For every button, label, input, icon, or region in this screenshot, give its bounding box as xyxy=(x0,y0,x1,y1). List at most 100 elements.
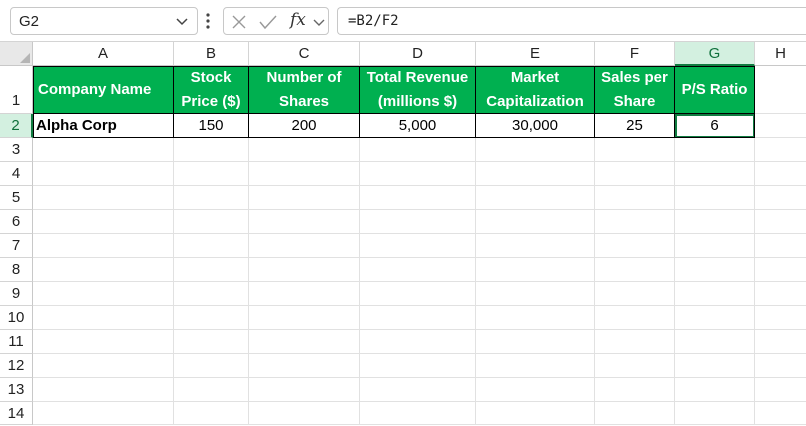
grid-cell[interactable] xyxy=(595,186,675,210)
grid-cell[interactable] xyxy=(476,186,595,210)
grid-cell[interactable] xyxy=(476,330,595,354)
column-header-f[interactable]: F xyxy=(595,42,675,66)
grid-cell[interactable] xyxy=(675,330,755,354)
grid-cell[interactable] xyxy=(595,402,675,425)
cell-h2[interactable] xyxy=(755,114,806,138)
grid-cell[interactable] xyxy=(174,354,249,378)
grid-cell[interactable] xyxy=(755,138,806,162)
chevron-down-icon[interactable] xyxy=(173,12,191,30)
grid-cell[interactable] xyxy=(249,162,360,186)
grid-cell[interactable] xyxy=(675,282,755,306)
row-header-12[interactable]: 12 xyxy=(0,354,33,378)
grid-cell[interactable] xyxy=(675,306,755,330)
row-header-13[interactable]: 13 xyxy=(0,378,33,402)
cell-h1[interactable] xyxy=(755,66,806,114)
column-header-c[interactable]: C xyxy=(249,42,360,66)
grid-cell[interactable] xyxy=(360,162,476,186)
grid-cell[interactable] xyxy=(174,282,249,306)
column-header-d[interactable]: D xyxy=(360,42,476,66)
row-header-1[interactable]: 1 xyxy=(0,66,33,114)
grid-cell[interactable] xyxy=(360,282,476,306)
grid-cell[interactable] xyxy=(33,402,174,425)
row-header-11[interactable]: 11 xyxy=(0,330,33,354)
formula-input[interactable]: =B2/F2 xyxy=(337,7,806,35)
grid-cell[interactable] xyxy=(360,378,476,402)
grid-cell[interactable] xyxy=(675,354,755,378)
grid-cell[interactable] xyxy=(33,162,174,186)
grid-cell[interactable] xyxy=(476,162,595,186)
grid-cell[interactable] xyxy=(360,258,476,282)
column-header-e[interactable]: E xyxy=(476,42,595,66)
row-header-14[interactable]: 14 xyxy=(0,402,33,425)
grid-cell[interactable] xyxy=(755,210,806,234)
grid-cell[interactable] xyxy=(174,210,249,234)
more-options-icon[interactable] xyxy=(205,12,211,30)
cell-sales-per-share[interactable]: 25 xyxy=(595,114,675,138)
row-header-10[interactable]: 10 xyxy=(0,306,33,330)
grid-cell[interactable] xyxy=(755,234,806,258)
row-header-7[interactable]: 7 xyxy=(0,234,33,258)
header-company-name[interactable]: Company Name xyxy=(33,66,174,114)
row-header-9[interactable]: 9 xyxy=(0,282,33,306)
grid-cell[interactable] xyxy=(755,162,806,186)
grid-cell[interactable] xyxy=(476,234,595,258)
cell-ps-ratio-active[interactable]: 6 xyxy=(675,114,755,138)
grid-cell[interactable] xyxy=(360,234,476,258)
header-sales-per-share[interactable]: Sales per Share xyxy=(595,66,675,114)
grid-cell[interactable] xyxy=(174,306,249,330)
grid-cell[interactable] xyxy=(755,258,806,282)
grid-cell[interactable] xyxy=(675,258,755,282)
grid-cell[interactable] xyxy=(595,162,675,186)
grid-cell[interactable] xyxy=(33,210,174,234)
grid-cell[interactable] xyxy=(476,306,595,330)
grid-cell[interactable] xyxy=(476,210,595,234)
cell-stock-price[interactable]: 150 xyxy=(174,114,249,138)
header-stock-price[interactable]: Stock Price ($) xyxy=(174,66,249,114)
row-header-6[interactable]: 6 xyxy=(0,210,33,234)
grid-cell[interactable] xyxy=(360,330,476,354)
grid-cell[interactable] xyxy=(755,282,806,306)
header-number-of-shares[interactable]: Number of Shares xyxy=(249,66,360,114)
grid-cell[interactable] xyxy=(360,186,476,210)
column-header-a[interactable]: A xyxy=(33,42,174,66)
grid-cell[interactable] xyxy=(675,162,755,186)
enter-check-icon[interactable] xyxy=(258,13,278,31)
cell-revenue[interactable]: 5,000 xyxy=(360,114,476,138)
grid-cell[interactable] xyxy=(755,306,806,330)
column-header-b[interactable]: B xyxy=(174,42,249,66)
grid-cell[interactable] xyxy=(174,162,249,186)
grid-cell[interactable] xyxy=(33,186,174,210)
select-all-button[interactable] xyxy=(0,42,33,66)
grid-cell[interactable] xyxy=(476,258,595,282)
grid-cell[interactable] xyxy=(360,210,476,234)
grid-cell[interactable] xyxy=(595,378,675,402)
grid-cell[interactable] xyxy=(675,378,755,402)
grid-cell[interactable] xyxy=(476,354,595,378)
grid-cell[interactable] xyxy=(595,234,675,258)
row-header-3[interactable]: 3 xyxy=(0,138,33,162)
grid-cell[interactable] xyxy=(595,138,675,162)
grid-cell[interactable] xyxy=(675,234,755,258)
grid-cell[interactable] xyxy=(33,330,174,354)
column-header-g[interactable]: G xyxy=(675,42,755,66)
grid-cell[interactable] xyxy=(476,402,595,425)
grid-cell[interactable] xyxy=(249,378,360,402)
grid-cell[interactable] xyxy=(755,330,806,354)
grid-cell[interactable] xyxy=(755,378,806,402)
insert-function-button[interactable]: fx xyxy=(290,10,306,30)
grid-cell[interactable] xyxy=(33,234,174,258)
grid-cell[interactable] xyxy=(476,282,595,306)
grid-cell[interactable] xyxy=(360,138,476,162)
grid-cell[interactable] xyxy=(360,402,476,425)
grid-cell[interactable] xyxy=(675,402,755,425)
grid-cell[interactable] xyxy=(33,378,174,402)
grid-cell[interactable] xyxy=(33,354,174,378)
grid-cell[interactable] xyxy=(249,306,360,330)
header-market-capitalization[interactable]: Market Capitalization xyxy=(476,66,595,114)
grid-cell[interactable] xyxy=(174,138,249,162)
grid-cell[interactable] xyxy=(360,306,476,330)
row-header-2[interactable]: 2 xyxy=(0,114,33,138)
grid-cell[interactable] xyxy=(675,210,755,234)
row-header-5[interactable]: 5 xyxy=(0,186,33,210)
name-box[interactable]: G2 xyxy=(10,7,198,35)
